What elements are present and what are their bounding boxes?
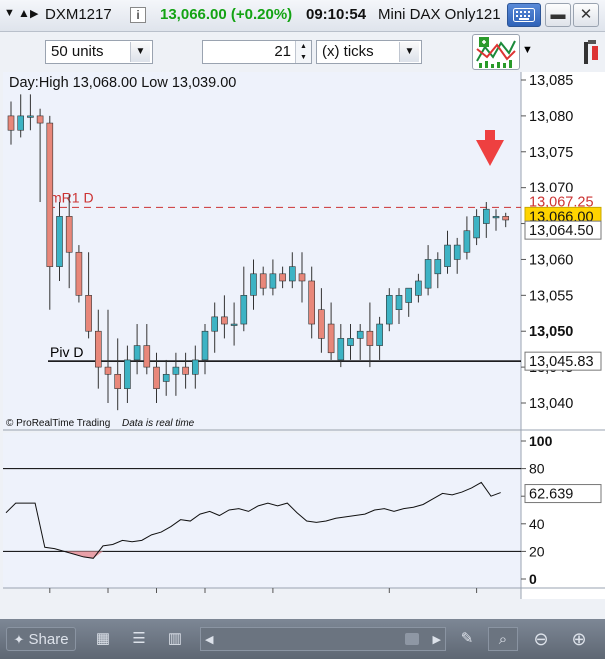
share-label: Share <box>28 631 69 648</box>
candle <box>75 245 83 303</box>
clock-time: 09:10:54 <box>306 6 367 23</box>
price-panel <box>3 72 521 429</box>
pivot-value-tag: 13,045.83 <box>529 354 594 370</box>
scroll-thumb[interactable] <box>405 633 419 645</box>
scroll-left-icon[interactable]: ◀ <box>205 628 213 652</box>
bid-price-tag: 13,064.50 <box>529 223 594 239</box>
play-icon[interactable]: ▶ <box>30 7 38 20</box>
pencil-icon[interactable]: ✎ <box>456 627 478 651</box>
time-tick-label: 08:35 <box>187 596 222 599</box>
time-tick-label: 08:16 <box>139 596 174 599</box>
chart-area[interactable]: 13,08513,08013,07513,07013,06513,06013,0… <box>0 72 605 599</box>
price-tick-label: 13,075 <box>529 145 573 161</box>
indicator-value-tag: 62.639 <box>529 487 573 503</box>
realtime-note: Data is real time <box>122 418 195 429</box>
scroll-right-icon[interactable]: ▶ <box>433 628 441 652</box>
close-button[interactable]: ✕ <box>573 3 599 27</box>
ticks-stepper[interactable]: ▲ ▼ <box>295 41 311 63</box>
chevron-down-icon[interactable]: ▼ <box>522 44 533 56</box>
indicator-tick-label: 100 <box>529 433 553 449</box>
price-tick-label: 13,085 <box>529 73 573 89</box>
chevron-down-icon[interactable]: ▼ <box>130 42 150 62</box>
indicators-icon <box>476 37 516 68</box>
wifi-icon: ▲ <box>18 6 30 20</box>
toolbar: 50 units ▼ 21 ▲ ▼ (x) ticks ▼ ▼ <box>0 32 605 72</box>
time-tick-label: 09:05 <box>372 596 407 599</box>
time-tick-label: 17 <box>42 596 58 599</box>
instrument-name: Mini DAX Only121 <box>378 6 501 23</box>
info-icon[interactable]: i <box>130 7 146 23</box>
ticks-number: 21 <box>274 43 291 60</box>
price-change: 13,066.00 (+0.20%) <box>160 6 293 23</box>
bottom-toolbar: ✦ Share ▦ ☰ ▥ ◀ ▶ ✎ ⌕ ⊖ ⊕ <box>0 619 605 659</box>
indicator-tick-label: 40 <box>529 516 545 532</box>
indicator-panel <box>3 433 521 588</box>
chevron-down-icon[interactable]: ▼ <box>399 42 419 62</box>
indicator-tick-label: 0 <box>529 571 537 587</box>
day-high-low: Day:High 13,068.00 Low 13,039.00 <box>9 75 236 91</box>
title-bar: ▼ ▲ ▶ DXM1217 i 13,066.00 (+0.20%) 09:10… <box>0 0 605 32</box>
timeline-scrollbar[interactable]: ◀ ▶ <box>200 627 446 651</box>
ticks-unit-select[interactable]: (x) ticks ▼ <box>316 40 422 64</box>
units-select[interactable]: 50 units ▼ <box>45 40 153 64</box>
share-icon: ✦ <box>13 632 25 647</box>
time-tick-label: 09:00 <box>255 596 291 599</box>
time-tick-label: 09:10 <box>459 596 494 599</box>
price-tick-label: 13,050 <box>529 324 573 340</box>
zoom-out-icon[interactable]: ⊖ <box>528 627 554 651</box>
price-tick-label: 13,040 <box>529 396 573 412</box>
price-tick-label: 13,080 <box>529 109 573 125</box>
price-tick-label: 13,055 <box>529 288 573 304</box>
keyboard-icon[interactable] <box>507 3 541 27</box>
copyright-text: © ProRealTime Trading <box>6 418 110 429</box>
r1-label: mR1 D <box>50 189 94 205</box>
zoom-in-icon[interactable]: ⊕ <box>566 627 592 651</box>
grid-icon[interactable]: ▥ <box>164 627 186 651</box>
units-value: 50 units <box>51 43 104 60</box>
share-button[interactable]: ✦ Share <box>6 627 76 651</box>
indicator-tick-label: 20 <box>529 543 545 559</box>
indicator-tick-label: 80 <box>529 461 545 477</box>
price-tick-label: 13,060 <box>529 252 573 268</box>
calculator-icon[interactable]: ▦ <box>92 627 114 651</box>
time-tick-label: 08:05 <box>90 596 125 599</box>
pivot-label: Piv D <box>50 344 83 360</box>
minimize-button[interactable]: ▬ <box>545 3 571 27</box>
indicators-button[interactable] <box>472 34 520 70</box>
dropdown-icon[interactable]: ▼ <box>4 7 15 19</box>
settings-icon[interactable] <box>582 38 602 68</box>
price-chart[interactable]: 13,08513,08013,07513,07013,06513,06013,0… <box>0 72 605 599</box>
symbol-name[interactable]: DXM1217 <box>45 6 112 23</box>
zoom-box-icon[interactable]: ⌕ <box>488 627 518 651</box>
ticks-number-input[interactable]: 21 ▲ ▼ <box>202 40 312 64</box>
trading-window: ▼ ▲ ▶ DXM1217 i 13,066.00 (+0.20%) 09:10… <box>0 0 605 659</box>
ticks-unit: (x) ticks <box>322 43 374 60</box>
list-icon[interactable]: ☰ <box>128 627 150 651</box>
